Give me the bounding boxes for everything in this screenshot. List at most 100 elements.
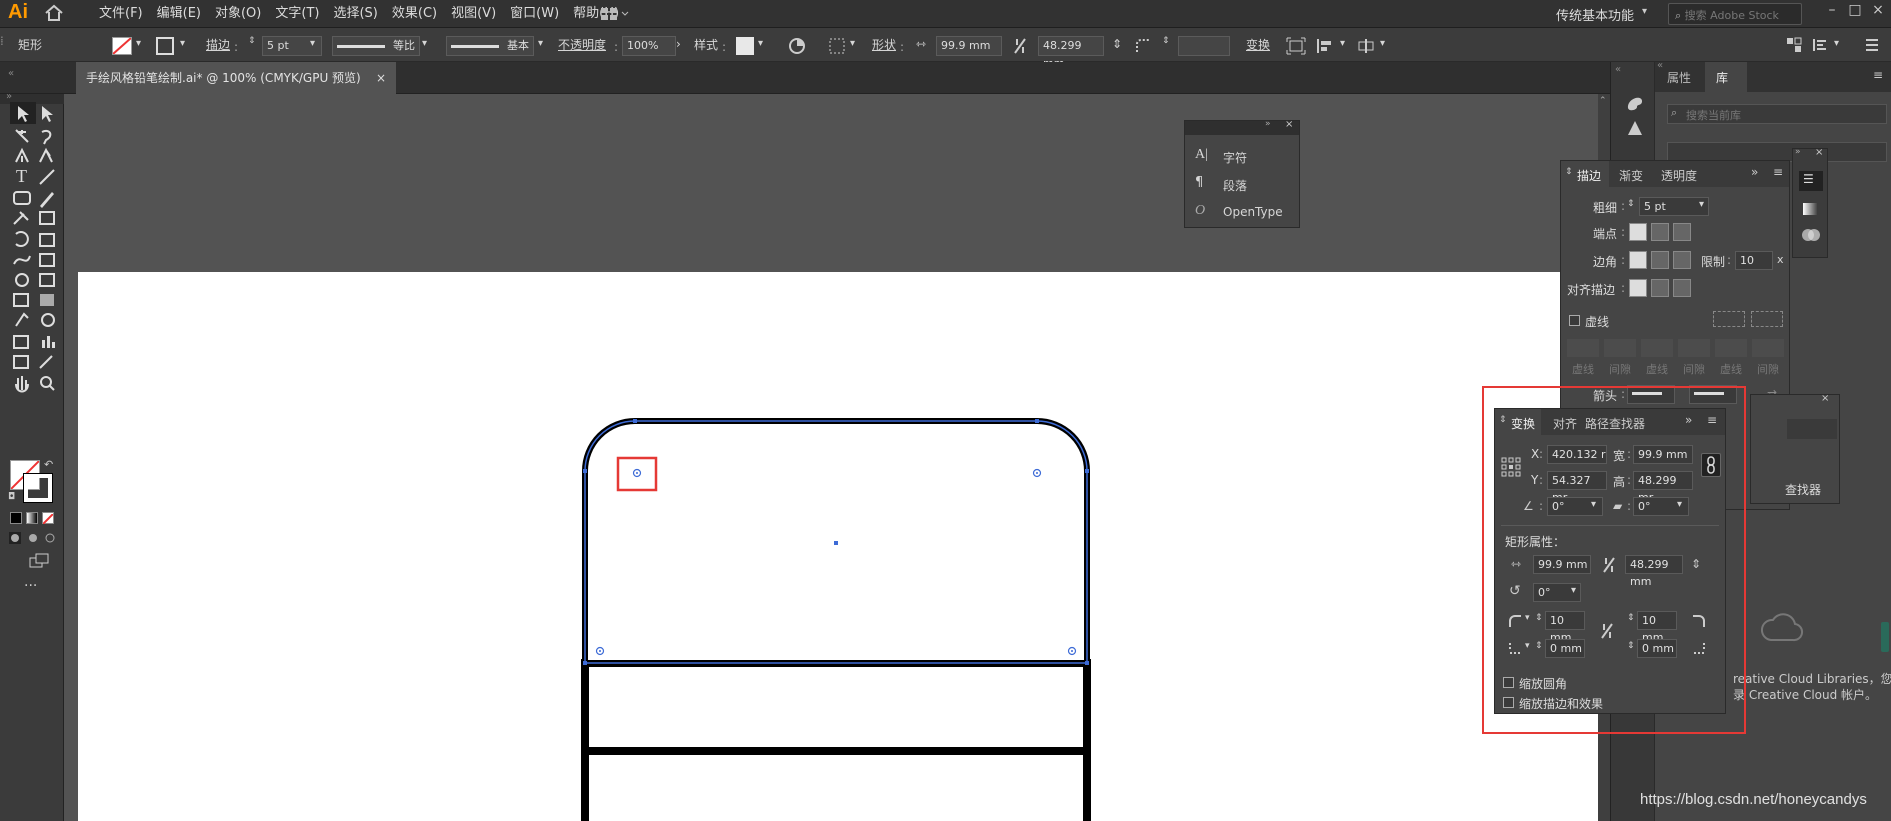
opacity-field[interactable]: 100% bbox=[622, 36, 676, 56]
collapse-icon[interactable]: » bbox=[1795, 147, 1801, 157]
menu-effect[interactable]: 效果(C) bbox=[385, 5, 444, 23]
symbols-icon[interactable] bbox=[1625, 118, 1645, 138]
sync-status-indicator[interactable] bbox=[1881, 622, 1889, 652]
stock-search-input[interactable]: ⌕ 搜索 Adobe Stock bbox=[1668, 3, 1802, 25]
color-guide-icon[interactable] bbox=[1625, 92, 1645, 112]
variable-width-profile[interactable]: 等比 bbox=[332, 36, 420, 56]
stroke-swatch[interactable] bbox=[156, 37, 174, 55]
close-icon[interactable]: × bbox=[1285, 119, 1293, 130]
menu-edit[interactable]: 编辑(E) bbox=[150, 5, 208, 23]
arrange-icon[interactable] bbox=[1786, 37, 1802, 53]
collapse-icon[interactable]: « bbox=[1657, 60, 1663, 71]
tool-icons[interactable]: T bbox=[10, 100, 60, 446]
swap-colors-icon[interactable]: ↶ bbox=[44, 458, 53, 471]
collapse-icon[interactable]: « bbox=[1615, 64, 1621, 75]
align-inside-button[interactable] bbox=[1651, 279, 1669, 297]
gradient-panel-icon[interactable] bbox=[1803, 203, 1817, 215]
tab-libraries[interactable]: 库 bbox=[1705, 62, 1747, 92]
arrange-documents-icon[interactable] bbox=[600, 6, 630, 22]
corner-type-icon[interactable] bbox=[1134, 37, 1152, 55]
link-icon[interactable] bbox=[1012, 36, 1028, 56]
shape-height-field[interactable]: 48.299 mm bbox=[1038, 36, 1104, 70]
home-icon[interactable] bbox=[44, 4, 64, 22]
tab-properties[interactable]: 属性 bbox=[1667, 69, 1691, 86]
gradient-mode-icon[interactable] bbox=[26, 512, 38, 524]
chevron-down-icon[interactable]: ▾ bbox=[422, 38, 427, 49]
menu-view[interactable]: 视图(V) bbox=[444, 5, 503, 23]
align-to-icon[interactable] bbox=[828, 37, 848, 55]
stroke-color-box[interactable] bbox=[23, 473, 53, 503]
stroke-panel-icon[interactable]: ☰ bbox=[1799, 171, 1823, 191]
stroke-label[interactable]: 描边 bbox=[206, 35, 230, 55]
default-colors-icon[interactable]: ◘ bbox=[8, 492, 15, 502]
library-selector[interactable] bbox=[1667, 142, 1887, 162]
screen-mode-icon[interactable] bbox=[28, 552, 50, 570]
brush-definition[interactable]: 基本 bbox=[446, 36, 534, 56]
type-panel-item-character[interactable]: A| 字符 bbox=[1195, 147, 1295, 165]
color-mode-icon[interactable] bbox=[10, 512, 22, 524]
shape-width-field[interactable]: 99.9 mm bbox=[936, 36, 1002, 56]
chevron-down-icon[interactable]: ▾ bbox=[850, 38, 855, 49]
close-window-button[interactable]: × bbox=[1866, 2, 1890, 22]
chevron-down-icon[interactable]: ▾ bbox=[1834, 38, 1839, 49]
transparency-panel-icon[interactable] bbox=[1801, 227, 1821, 243]
bevel-join-button[interactable] bbox=[1673, 251, 1691, 269]
dashed-checkbox[interactable] bbox=[1569, 315, 1580, 326]
butt-cap-button[interactable] bbox=[1629, 223, 1647, 241]
corner-radius-field[interactable] bbox=[1178, 36, 1230, 56]
more-tools-icon[interactable]: ··· bbox=[24, 578, 37, 594]
chevron-down-icon[interactable]: ▾ bbox=[758, 38, 763, 49]
transform-link[interactable]: 变换 bbox=[1246, 35, 1270, 55]
projecting-cap-button[interactable] bbox=[1673, 223, 1691, 241]
chevron-down-icon[interactable]: ▾ bbox=[136, 38, 141, 49]
recolor-artwork-icon[interactable] bbox=[788, 37, 806, 55]
chevron-down-icon[interactable]: ▾ bbox=[1340, 38, 1345, 49]
close-tab-icon[interactable]: × bbox=[376, 62, 386, 94]
type-panel-item-opentype[interactable]: O OpenType bbox=[1195, 203, 1295, 221]
tab-gradient[interactable]: 渐变 bbox=[1619, 167, 1643, 184]
round-join-button[interactable] bbox=[1651, 251, 1669, 269]
library-search-input[interactable]: ⌕ 搜索当前库 bbox=[1667, 104, 1887, 124]
menu-icon[interactable] bbox=[1864, 37, 1880, 53]
align-objects-icon[interactable] bbox=[1316, 37, 1336, 55]
shape-label[interactable]: 形状 bbox=[872, 35, 896, 55]
collapse-icon[interactable]: » bbox=[1751, 165, 1758, 179]
isolate-icon[interactable] bbox=[1286, 37, 1306, 55]
panel-options-icon[interactable] bbox=[1812, 37, 1830, 53]
menu-icon[interactable]: ≡ bbox=[1873, 68, 1883, 82]
graphic-style-swatch[interactable] bbox=[736, 37, 754, 55]
maximize-button[interactable]: □ bbox=[1843, 2, 1867, 22]
menu-icon[interactable]: ≡ bbox=[1773, 165, 1783, 179]
tab-stroke[interactable]: ⇕ 描边 bbox=[1561, 161, 1609, 187]
distribute-icon[interactable] bbox=[1356, 37, 1376, 55]
collapse-icon[interactable]: « bbox=[8, 68, 14, 79]
workspace-switcher[interactable]: 传统基本功能 bbox=[1556, 5, 1634, 24]
menu-type[interactable]: 文字(T) bbox=[268, 5, 326, 23]
dash-preserve-button[interactable] bbox=[1713, 311, 1745, 327]
chevron-right-icon[interactable]: › bbox=[676, 37, 681, 51]
chevron-down-icon[interactable]: ▾ bbox=[1642, 6, 1647, 17]
document-tab[interactable]: 手绘风格铅笔绘制.ai* @ 100% (CMYK/GPU 预览) × bbox=[76, 62, 396, 94]
align-center-button[interactable] bbox=[1629, 279, 1647, 297]
tab-transparency[interactable]: 透明度 bbox=[1661, 167, 1697, 184]
draw-mode-icons[interactable] bbox=[8, 530, 58, 546]
menu-file[interactable]: 文件(F) bbox=[92, 5, 150, 23]
chevron-down-icon[interactable]: ▾ bbox=[310, 38, 315, 49]
menu-object[interactable]: 对象(O) bbox=[208, 5, 268, 23]
chevron-down-icon[interactable]: ▾ bbox=[1699, 199, 1704, 210]
chevron-down-icon[interactable]: ▾ bbox=[538, 38, 543, 49]
menu-window[interactable]: 窗口(W) bbox=[503, 5, 566, 23]
stepper-icon[interactable]: ⇕ bbox=[1627, 199, 1635, 209]
opacity-label[interactable]: 不透明度 bbox=[558, 35, 606, 55]
chevron-down-icon[interactable]: ▾ bbox=[180, 38, 185, 49]
pencil-artwork[interactable] bbox=[575, 415, 1095, 821]
collapse-icon[interactable]: » bbox=[1265, 119, 1271, 129]
menu-select[interactable]: 选择(S) bbox=[326, 5, 384, 23]
none-mode-icon[interactable] bbox=[42, 512, 54, 525]
minimize-button[interactable]: – bbox=[1820, 2, 1844, 22]
miter-join-button[interactable] bbox=[1629, 251, 1647, 269]
chevron-down-icon[interactable]: ▾ bbox=[1380, 38, 1385, 49]
close-icon[interactable]: × bbox=[1821, 393, 1829, 404]
stepper-icon[interactable]: ⇕ bbox=[248, 36, 256, 46]
close-icon[interactable]: × bbox=[1815, 147, 1823, 158]
